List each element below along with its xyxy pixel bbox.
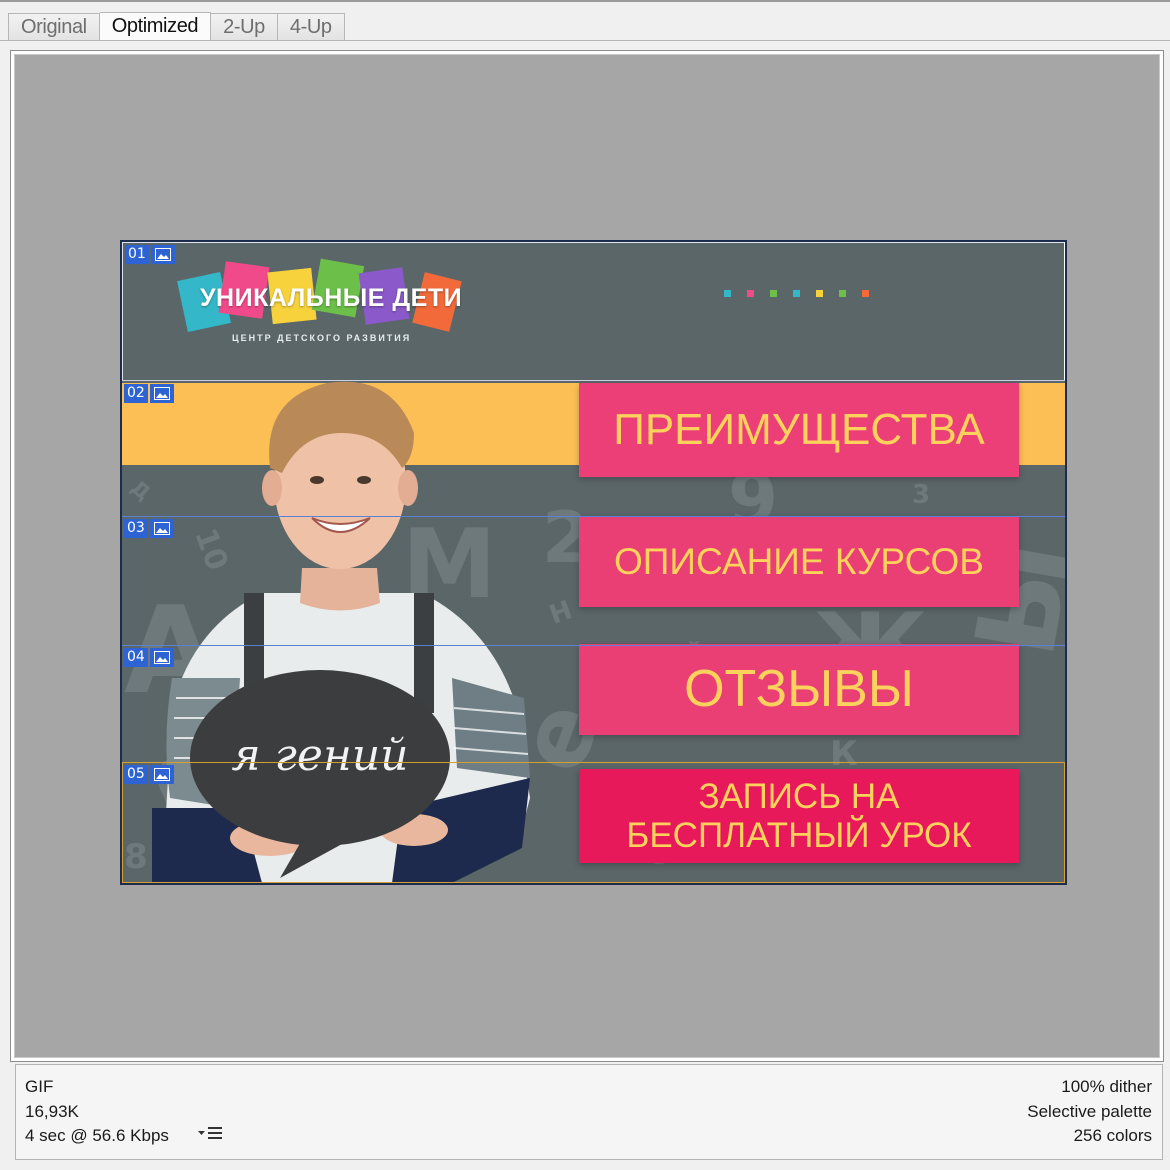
download-speed-menu-icon[interactable] bbox=[197, 1125, 225, 1141]
image-slice-icon bbox=[150, 245, 175, 264]
slice-number: 03 bbox=[124, 519, 148, 538]
tab-optimized[interactable]: Optimized bbox=[99, 12, 212, 41]
download-time: 4 sec @ 56.6 Kbps bbox=[25, 1126, 169, 1145]
tab-divider bbox=[0, 40, 1170, 41]
tab-4-up[interactable]: 4-Up bbox=[277, 13, 345, 41]
preview-tab-bar: Original Optimized 2-Up 4-Up bbox=[0, 0, 1170, 41]
color-count: 256 colors bbox=[1073, 1126, 1152, 1145]
tab-original[interactable]: Original bbox=[8, 13, 100, 41]
top-border bbox=[0, 0, 1170, 2]
tab-list: Original Optimized 2-Up 4-Up bbox=[8, 12, 345, 41]
slice-05[interactable]: 05 bbox=[122, 762, 1065, 883]
preview-canvas[interactable]: А М Ж Ы б е 9 2 4 3 10 8 К Н Й Д 3 bbox=[14, 54, 1160, 1058]
slice-01[interactable]: 01 bbox=[122, 242, 1065, 381]
slice-02[interactable]: 02 bbox=[122, 381, 1065, 517]
banner-image[interactable]: А М Ж Ы б е 9 2 4 3 10 8 К Н Й Д 3 bbox=[120, 240, 1067, 885]
color-info: 100% dither Selective palette 256 colors bbox=[1027, 1075, 1152, 1149]
image-slice-icon bbox=[149, 765, 174, 784]
slice-03[interactable]: 03 bbox=[122, 517, 1065, 646]
palette-setting: Selective palette bbox=[1027, 1101, 1152, 1121]
slice-number: 01 bbox=[125, 245, 149, 264]
file-format: GIF bbox=[25, 1077, 54, 1096]
slice-04[interactable]: 04 bbox=[122, 646, 1065, 763]
optimization-info-bar: GIF 16,93K 4 sec @ 56.6 Kbps 100% dither… bbox=[15, 1064, 1163, 1160]
image-slice-icon bbox=[149, 648, 174, 667]
file-info: GIF 16,93K 4 sec @ 56.6 Kbps bbox=[25, 1075, 169, 1149]
tab-2-up[interactable]: 2-Up bbox=[211, 13, 278, 41]
preview-frame: А М Ж Ы б е 9 2 4 3 10 8 К Н Й Д 3 bbox=[10, 50, 1164, 1062]
slice-number: 02 bbox=[124, 384, 148, 403]
image-slice-icon bbox=[149, 384, 174, 403]
slice-number: 04 bbox=[124, 648, 148, 667]
slice-number: 05 bbox=[124, 765, 148, 784]
dither-setting: 100% dither bbox=[1061, 1077, 1152, 1096]
file-size: 16,93K bbox=[25, 1101, 79, 1121]
image-slice-icon bbox=[149, 519, 174, 538]
